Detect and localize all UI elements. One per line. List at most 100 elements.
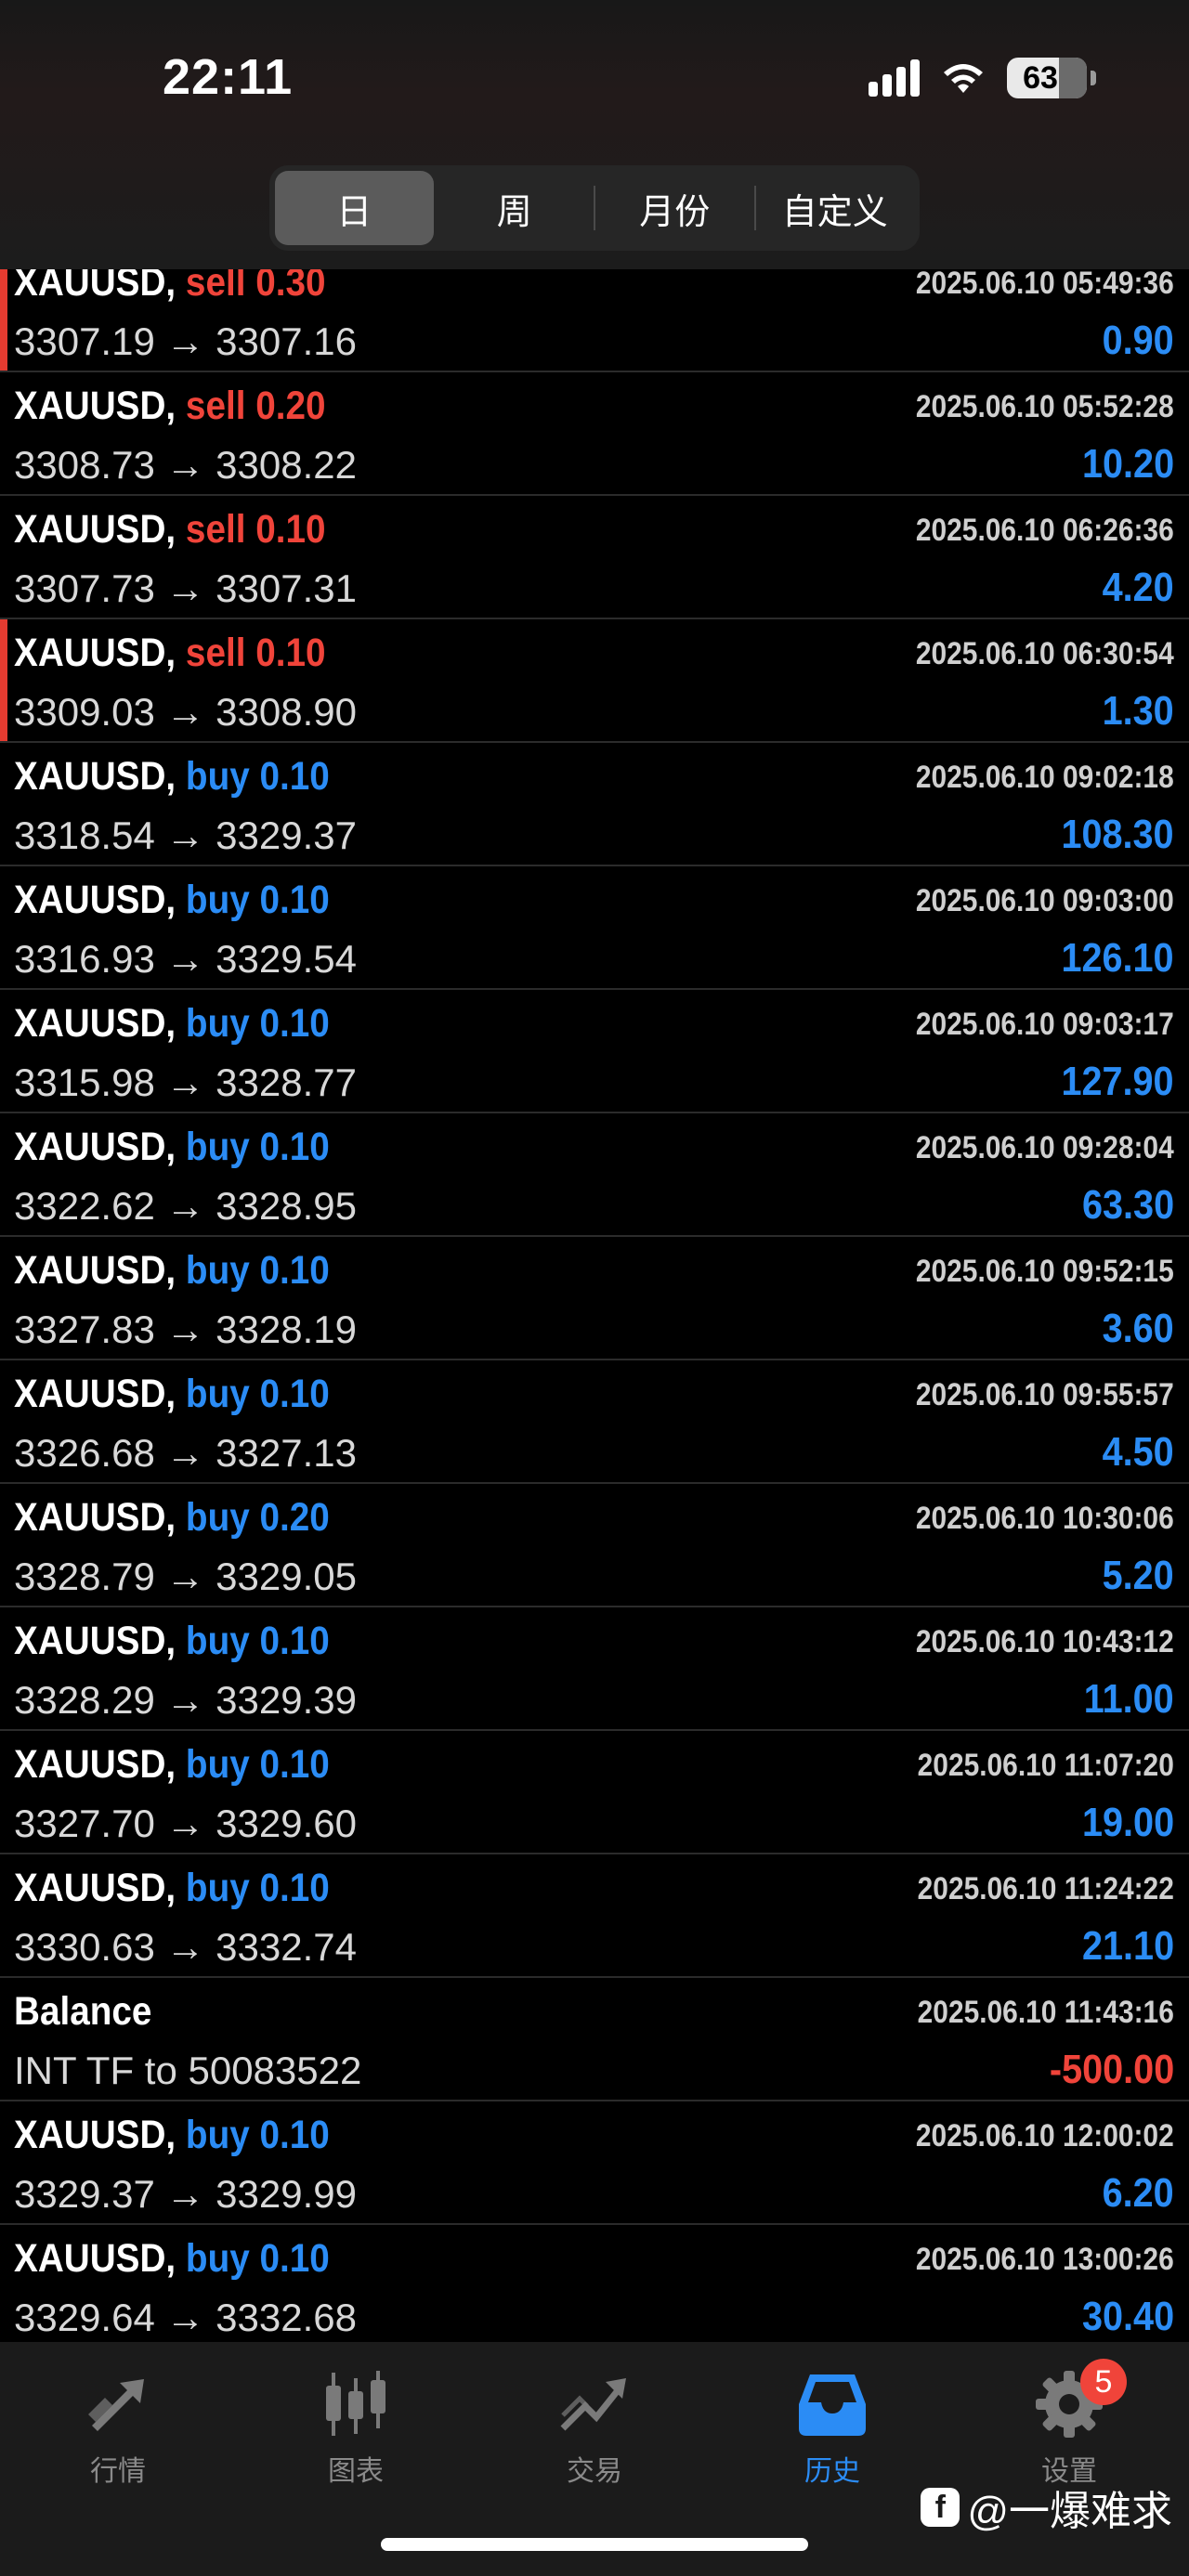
history-row[interactable]: XAUUSD, buy 0.10 2025.06.10 11:07:20 3327.…	[0, 1731, 1189, 1854]
row-profit: 3.60	[1102, 1306, 1174, 1351]
row-symbol-line: XAUUSD, buy 0.20	[14, 1495, 330, 1541]
row-side: buy	[185, 1619, 250, 1663]
watermark-text: @一爆难求	[967, 2489, 1172, 2534]
history-row[interactable]: XAUUSD, buy 0.10 2025.06.10 11:24:22 3330.…	[0, 1854, 1189, 1978]
row-symbol-line: XAUUSD, buy 0.10	[14, 1372, 330, 1417]
row-arrow: →	[165, 1925, 205, 1969]
row-symbol-line: XAUUSD, buy 0.10	[14, 754, 330, 800]
row-side: buy	[185, 1495, 250, 1540]
row-lot: 0.20	[259, 1495, 330, 1540]
row-open-price: 3326.68	[14, 1431, 155, 1475]
row-arrow: →	[165, 1431, 205, 1475]
history-row[interactable]: XAUUSD, buy 0.10 2025.06.10 09:03:00 3316.…	[0, 866, 1189, 990]
row-symbol: XAUUSD,	[14, 1866, 176, 1910]
history-row[interactable]: XAUUSD, buy 0.10 2025.06.10 09:28:04 3322.…	[0, 1113, 1189, 1237]
row-side: buy	[185, 1125, 250, 1169]
history-row[interactable]: XAUUSD, buy 0.10 2025.06.10 12:00:02 3329.…	[0, 2101, 1189, 2225]
history-row[interactable]: XAUUSD, buy 0.10 2025.06.10 10:43:12 3328.…	[0, 1607, 1189, 1731]
row-close-price: 3329.39	[216, 1678, 357, 1722]
period-tab-month[interactable]: 月份	[595, 171, 754, 245]
row-arrow: →	[165, 1678, 205, 1722]
row-symbol: XAUUSD,	[14, 1125, 176, 1169]
period-tab-week[interactable]: 周	[436, 171, 594, 245]
history-list[interactable]: XAUUSD, sell 0.30 2025.06.10 05:49:36 3307…	[0, 249, 1189, 2348]
row-datetime: 2025.06.10 11:43:16	[917, 1995, 1174, 2030]
row-prices: 3308.73 → 3308.22	[14, 443, 357, 488]
row-symbol-line: XAUUSD, buy 0.10	[14, 1866, 330, 1911]
row-symbol-line: XAUUSD, buy 0.10	[14, 1742, 330, 1788]
tab-charts[interactable]: 图表	[291, 2362, 421, 2489]
row-symbol-line: XAUUSD, sell 0.10	[14, 507, 326, 553]
row-symbol-line: XAUUSD, buy 0.10	[14, 878, 330, 923]
row-lot: 0.10	[259, 1742, 330, 1787]
row-arrow: →	[165, 1802, 205, 1845]
row-open-price: 3318.54	[14, 813, 155, 857]
row-open-price: 3328.29	[14, 1678, 155, 1722]
status-icons: 63	[869, 58, 1096, 98]
row-profit: 126.10	[1061, 935, 1174, 981]
row-symbol: XAUUSD,	[14, 2236, 176, 2281]
row-side: buy	[185, 878, 250, 922]
row-symbol: XAUUSD,	[14, 1742, 176, 1787]
history-row[interactable]: XAUUSD, buy 0.20 2025.06.10 10:30:06 3328.…	[0, 1484, 1189, 1607]
history-row[interactable]: XAUUSD, buy 0.10 2025.06.10 13:00:26 3329.…	[0, 2225, 1189, 2348]
row-close-price: 3332.68	[216, 2296, 357, 2339]
watermark: f @一爆难求	[921, 2478, 1172, 2537]
history-inbox-icon	[799, 2374, 866, 2436]
row-open-price: 3327.83	[14, 1308, 155, 1351]
row-datetime: 2025.06.10 11:24:22	[917, 1871, 1174, 1906]
row-symbol-line: XAUUSD, sell 0.20	[14, 384, 326, 429]
row-symbol: XAUUSD,	[14, 1495, 176, 1540]
row-profit: 4.20	[1102, 565, 1174, 610]
history-row[interactable]: XAUUSD, sell 0.10 2025.06.10 06:30:54 3309…	[0, 619, 1189, 743]
tab-settings[interactable]: 5 设置	[1004, 2359, 1134, 2489]
row-arrow: →	[165, 2296, 205, 2339]
row-lot: 0.10	[255, 631, 326, 675]
row-profit: 5.20	[1102, 1553, 1174, 1598]
top-header: 22:11 63 日 周 月份 自定义	[0, 0, 1189, 269]
history-row[interactable]: XAUUSD, sell 0.10 2025.06.10 06:26:36 3307…	[0, 496, 1189, 619]
history-row[interactable]: XAUUSD, buy 0.10 2025.06.10 09:52:15 3327.…	[0, 1237, 1189, 1360]
tab-trade[interactable]: 交易	[529, 2362, 660, 2489]
row-datetime: 2025.06.10 09:03:17	[916, 1007, 1174, 1042]
period-tab-day[interactable]: 日	[275, 171, 434, 245]
candlestick-chart-icon	[326, 2371, 385, 2436]
row-lot: 0.10	[259, 1001, 330, 1046]
row-prices: 3309.03 → 3308.90	[14, 690, 357, 735]
row-profit: 10.20	[1081, 441, 1174, 487]
row-symbol: XAUUSD,	[14, 1372, 176, 1416]
row-profit: 127.90	[1061, 1059, 1174, 1104]
row-datetime: 2025.06.10 12:00:02	[916, 2118, 1174, 2153]
row-open-price: 3329.37	[14, 2172, 155, 2216]
row-lot: 0.10	[259, 2236, 330, 2281]
row-datetime: 2025.06.10 13:00:26	[916, 2242, 1174, 2277]
tab-quotes[interactable]: 行情	[53, 2362, 183, 2489]
row-arrow: →	[165, 1308, 205, 1351]
row-symbol-line: XAUUSD, sell 0.10	[14, 631, 326, 676]
row-symbol: XAUUSD,	[14, 507, 176, 552]
row-profit: 19.00	[1081, 1800, 1174, 1845]
row-prices: 3329.64 → 3332.68	[14, 2296, 357, 2340]
row-arrow: →	[165, 1555, 205, 1598]
status-time: 22:11	[163, 49, 294, 105]
row-title: Balance	[14, 1989, 152, 2034]
row-symbol: XAUUSD,	[14, 631, 176, 675]
row-symbol-line: XAUUSD, buy 0.10	[14, 2236, 330, 2282]
history-row[interactable]: Balance 2025.06.10 11:43:16 INT TF to 5008…	[0, 1978, 1189, 2101]
row-datetime: 2025.06.10 06:26:36	[916, 513, 1174, 548]
tab-history[interactable]: 历史	[767, 2362, 897, 2489]
row-datetime: 2025.06.10 09:55:57	[916, 1377, 1174, 1412]
history-row[interactable]: XAUUSD, sell 0.20 2025.06.10 05:52:28 3308…	[0, 372, 1189, 496]
row-open-price: 3315.98	[14, 1060, 155, 1104]
history-row[interactable]: XAUUSD, buy 0.10 2025.06.10 09:02:18 3318.…	[0, 743, 1189, 866]
row-datetime: 2025.06.10 11:07:20	[917, 1748, 1174, 1783]
row-arrow: →	[165, 2172, 205, 2216]
history-row[interactable]: XAUUSD, buy 0.10 2025.06.10 09:55:57 3326.…	[0, 1360, 1189, 1484]
row-prices: 3307.73 → 3307.31	[14, 566, 357, 611]
row-prices: 3328.79 → 3329.05	[14, 1555, 357, 1599]
history-row[interactable]: XAUUSD, buy 0.10 2025.06.10 09:03:17 3315.…	[0, 990, 1189, 1113]
row-close-price: 3329.05	[216, 1555, 357, 1598]
row-prices: 3330.63 → 3332.74	[14, 1925, 357, 1970]
row-lot: 0.10	[259, 1372, 330, 1416]
period-tab-custom[interactable]: 自定义	[756, 171, 915, 245]
